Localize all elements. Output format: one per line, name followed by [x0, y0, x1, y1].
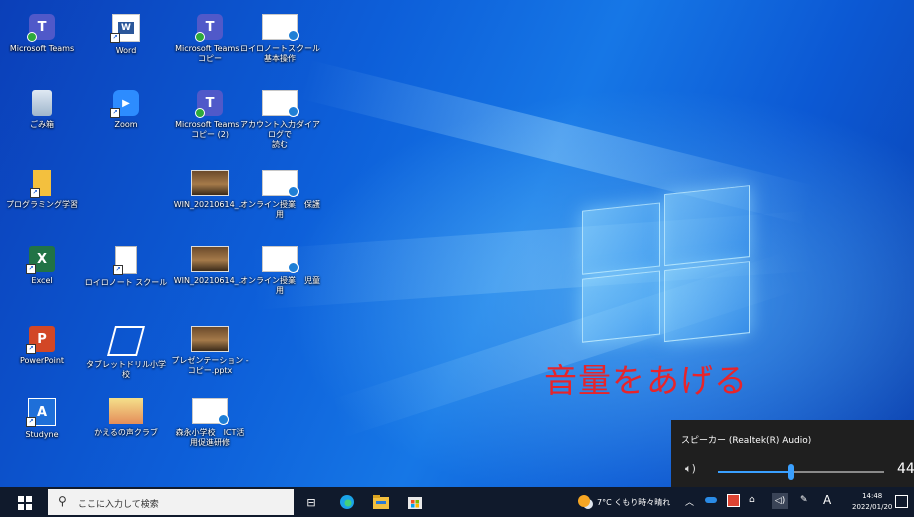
- desktop-icon[interactable]: プレゼンテーション - コピー.pptx: [168, 326, 252, 376]
- onedrive-icon[interactable]: [705, 497, 717, 503]
- clock-time: 14:48: [862, 492, 883, 500]
- desktop-icon-label: ロイロノート スクール: [84, 278, 168, 287]
- notification-icon[interactable]: [895, 495, 908, 508]
- speaker-icon[interactable]: 🔈︎): [685, 462, 696, 476]
- image-icon: [191, 326, 229, 352]
- app-icon: [109, 398, 143, 424]
- document-icon: [192, 398, 229, 425]
- tablet-drill-icon: [106, 326, 146, 356]
- excel-icon: X ↗: [26, 246, 55, 274]
- folder-icon: ↗: [30, 170, 51, 198]
- desktop-icon[interactable]: タブレットドリル小学 校: [84, 326, 168, 380]
- desktop-icon-label: Studyne: [25, 430, 59, 439]
- desktop-icon-label: プレゼンテーション - コピー.pptx: [171, 356, 249, 375]
- edge-icon[interactable]: [338, 493, 356, 511]
- desktop-icon-label: Zoom: [114, 120, 138, 129]
- teams-icon: T: [27, 14, 55, 42]
- desktop: T Microsoft Teams W ↗ Word T Microsoft Teams -…: [0, 0, 914, 487]
- document-icon: [262, 14, 299, 41]
- powerpoint-icon: P ↗: [26, 326, 55, 354]
- document-icon: [262, 246, 299, 273]
- desktop-icon-label: Excel: [31, 276, 53, 285]
- desktop-icon[interactable]: ↗ プログラミング学習: [0, 170, 84, 210]
- desktop-icon[interactable]: 森永小学校 ICT活 用促進研修: [168, 398, 252, 448]
- search-box[interactable]: ⚲ ここに入力して検索: [48, 489, 294, 515]
- desktop-icon-label: ごみ箱: [30, 120, 54, 129]
- document-icon: [262, 170, 299, 197]
- teams-icon: T: [195, 14, 223, 42]
- desktop-icon[interactable]: アカウント入力ダイアログで 読む: [238, 90, 322, 150]
- desktop-icon-label: Word: [115, 46, 137, 55]
- volume-slider-thumb[interactable]: [788, 464, 795, 480]
- desktop-icon[interactable]: ロイロノートスクール 基本操作: [238, 14, 322, 64]
- desktop-icon-label: アカウント入力ダイアログで 読む: [240, 120, 320, 149]
- desktop-icon-label: PowerPoint: [19, 356, 65, 365]
- search-icon: ⚲: [58, 494, 67, 508]
- security-icon[interactable]: [727, 494, 740, 507]
- pen-icon[interactable]: ✎: [800, 495, 808, 505]
- desktop-icon[interactable]: オンライン授業 児童 用: [238, 246, 322, 296]
- volume-value: 44: [897, 461, 914, 477]
- overlay-annotation: 音量をあげる: [544, 361, 748, 400]
- word-icon: W ↗: [110, 14, 140, 43]
- desktop-icon-label: Microsoft Teams: [9, 44, 75, 53]
- desktop-icon-label: ロイロノートスクール 基本操作: [240, 44, 320, 63]
- weather-text[interactable]: 7°C くもり時々晴れ: [597, 497, 670, 508]
- start-button[interactable]: [18, 496, 32, 510]
- desktop-icon-label: かえるの声クラブ: [94, 428, 158, 437]
- desktop-icon-label: オンライン授業 保護 用: [240, 200, 320, 219]
- ime-indicator[interactable]: A: [823, 493, 831, 507]
- desktop-icon[interactable]: オンライン授業 保護 用: [238, 170, 322, 220]
- desktop-icon[interactable]: W ↗ Word: [84, 14, 168, 56]
- document-icon: [262, 90, 299, 117]
- network-icon[interactable]: ⌂: [749, 495, 755, 505]
- task-view-icon[interactable]: ⊟: [302, 493, 320, 511]
- desktop-icon-label: プログラミング学習: [6, 200, 78, 209]
- search-placeholder: ここに入力して検索: [78, 500, 159, 510]
- clock-date: 2022/01/20: [852, 503, 893, 511]
- audio-device-name[interactable]: スピーカー (Realtek(R) Audio): [681, 433, 811, 446]
- speaker-tray-icon[interactable]: ◁): [772, 493, 788, 509]
- weather-icon[interactable]: [578, 495, 590, 507]
- taskbar: ⚲ ここに入力して検索 ⊟ 7°C くもり時々晴れ ︿ ⌂ ◁) ✎ A 14:…: [0, 487, 914, 517]
- desktop-icon[interactable]: ▶ ↗ Zoom: [84, 90, 168, 130]
- desktop-icon-label: タブレットドリル小学 校: [86, 360, 166, 379]
- volume-slider-fill: [718, 471, 792, 473]
- teams-icon: T: [195, 90, 223, 118]
- store-icon[interactable]: [406, 493, 424, 511]
- desktop-icon[interactable]: P ↗ PowerPoint: [0, 326, 84, 366]
- image-icon: [191, 246, 229, 272]
- file-icon: ↗: [113, 246, 137, 275]
- desktop-icon[interactable]: かえるの声クラブ: [84, 398, 168, 438]
- desktop-icon[interactable]: X ↗ Excel: [0, 246, 84, 286]
- file-explorer-icon[interactable]: [372, 493, 390, 511]
- desktop-icon-label: オンライン授業 児童 用: [240, 276, 320, 295]
- volume-flyout: スピーカー (Realtek(R) Audio) 🔈︎) 44: [671, 420, 914, 487]
- volume-slider[interactable]: [718, 464, 884, 480]
- zoom-icon: ▶ ↗: [110, 90, 139, 118]
- windows-logo-wallpaper: [582, 181, 750, 348]
- desktop-icon[interactable]: T Microsoft Teams: [0, 14, 84, 54]
- image-icon: [191, 170, 229, 196]
- clock[interactable]: 14:48 2022/01/20: [852, 491, 892, 513]
- desktop-icon[interactable]: ごみ箱: [0, 90, 84, 130]
- desktop-icon[interactable]: A ↗ Studyne: [0, 398, 84, 440]
- chevron-up-icon[interactable]: ︿: [685, 495, 694, 508]
- recycle-bin-icon: [32, 90, 52, 116]
- desktop-icon-label: 森永小学校 ICT活 用促進研修: [175, 428, 245, 447]
- desktop-icon[interactable]: ↗ ロイロノート スクール: [84, 246, 168, 288]
- studyne-icon: A ↗: [26, 398, 56, 427]
